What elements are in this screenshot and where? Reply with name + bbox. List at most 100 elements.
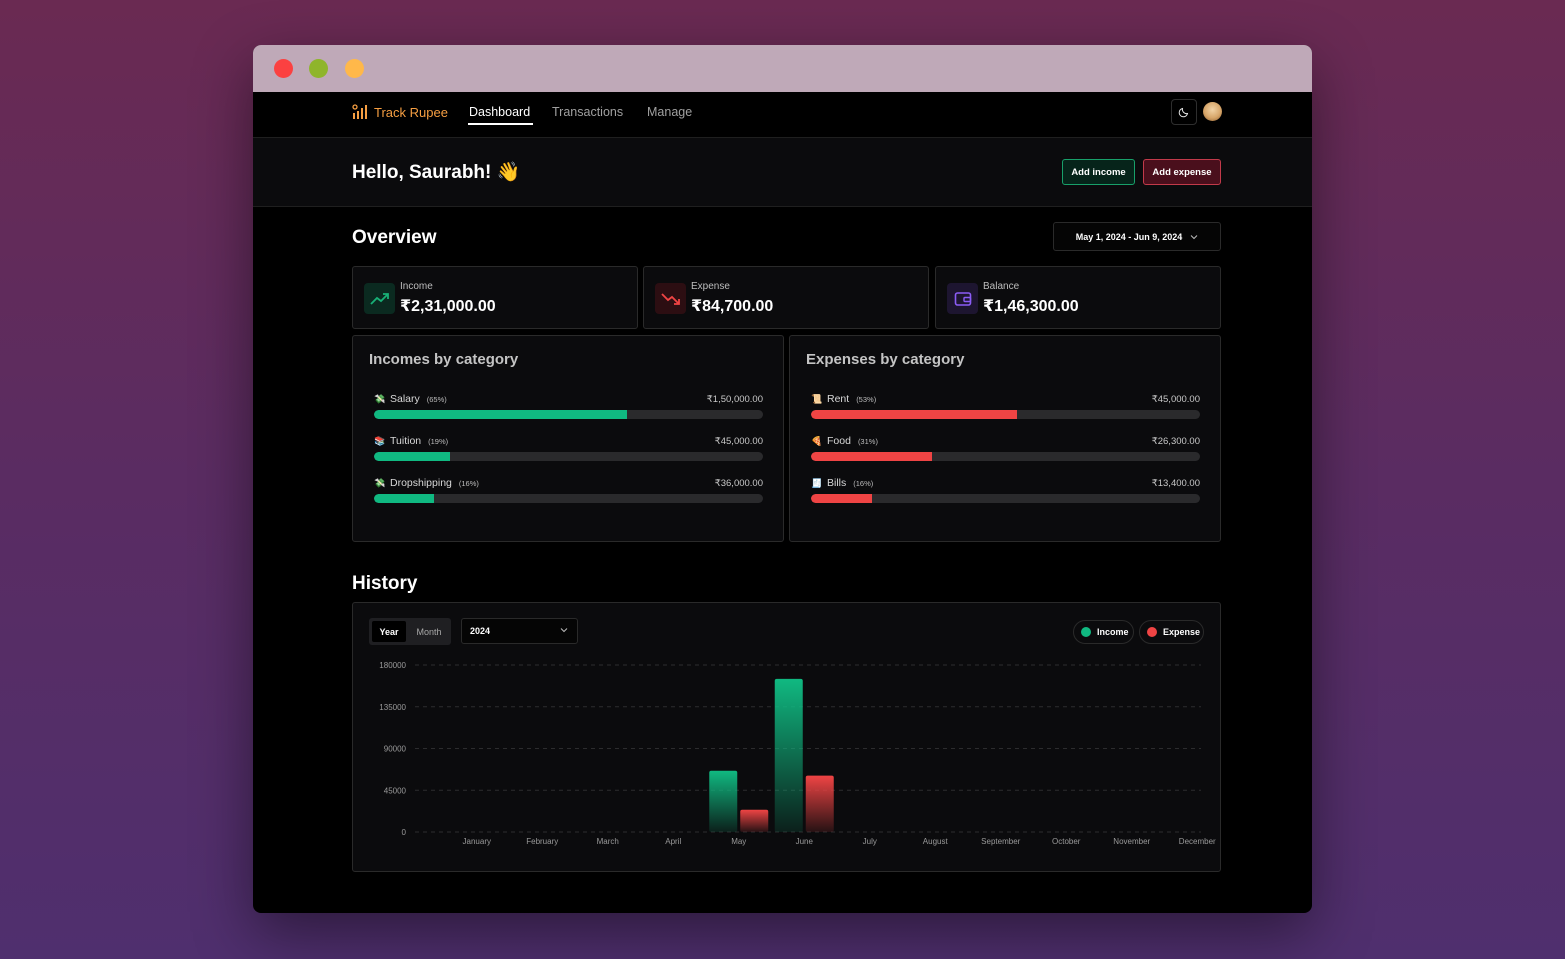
history-title: History	[352, 573, 418, 594]
expense-stat-card: Expense ₹84,700.00	[643, 266, 929, 329]
x-tick-label: January	[463, 837, 491, 846]
brand-name: Track Rupee	[374, 104, 448, 120]
category-label: Food	[827, 435, 851, 447]
category-row: 📚 Tuition (19%) ₹45,000.00	[374, 435, 763, 465]
expense-bar-june[interactable]	[805, 775, 834, 832]
chevron-down-icon	[1190, 234, 1198, 239]
minimize-window-button[interactable]	[309, 59, 328, 78]
income-value: ₹2,31,000.00	[400, 298, 496, 315]
category-name: 📜 Rent (53%)	[811, 393, 876, 405]
x-tick-label: July	[863, 837, 877, 846]
add-income-button[interactable]: Add income	[1062, 159, 1135, 185]
category-name: 🧾 Bills (16%)	[811, 477, 873, 489]
y-tick-label: 135000	[379, 703, 406, 712]
category-emoji-icon: 🍕	[811, 435, 823, 446]
income-label: Income	[400, 281, 433, 292]
brand-logo[interactable]: Track Rupee	[352, 104, 448, 120]
category-progress-track	[811, 452, 1200, 461]
greeting-bar: Hello, Saurabh! 👋 Add income Add expense	[253, 138, 1312, 207]
overview-title: Overview	[352, 227, 437, 248]
category-label: Dropshipping	[390, 477, 452, 489]
x-tick-label: April	[665, 837, 681, 846]
balance-value: ₹1,46,300.00	[983, 298, 1079, 315]
y-tick-label: 0	[402, 828, 407, 837]
income-bar-may[interactable]	[709, 770, 738, 832]
category-name: 🍕 Food (31%)	[811, 435, 878, 447]
x-tick-label: December	[1179, 837, 1216, 846]
category-percent: (16%)	[458, 478, 479, 488]
maximize-window-button[interactable]	[345, 59, 364, 78]
category-percent: (53%)	[856, 394, 877, 404]
expense-value: ₹84,700.00	[691, 298, 774, 315]
nav-active-indicator	[468, 123, 533, 125]
category-progress-track	[374, 410, 763, 419]
expense-bar-may[interactable]	[740, 809, 769, 832]
category-progress-track	[374, 494, 763, 503]
wallet-icon	[947, 283, 978, 314]
category-progress-fill	[811, 452, 932, 461]
category-amount: ₹1,50,000.00	[706, 394, 763, 405]
trending-down-icon	[655, 283, 686, 314]
history-card: Year Month 2024 Income Expense 180000 135…	[352, 602, 1221, 872]
nav-dashboard[interactable]: Dashboard	[469, 105, 530, 119]
category-progress-fill	[811, 494, 873, 503]
close-window-button[interactable]	[274, 59, 293, 78]
balance-label: Balance	[983, 281, 1020, 292]
user-avatar[interactable]	[1203, 102, 1222, 121]
category-percent: (16%)	[853, 478, 874, 488]
theme-toggle-button[interactable]	[1171, 99, 1197, 125]
category-amount: ₹45,000.00	[1151, 394, 1200, 405]
category-emoji-icon: 💸	[374, 477, 386, 488]
category-progress-fill	[374, 452, 450, 461]
category-label: Salary	[390, 393, 420, 405]
trending-up-icon	[364, 283, 395, 314]
category-row: 🧾 Bills (16%) ₹13,400.00	[811, 477, 1200, 507]
greeting-text: Hello, Saurabh! 👋	[352, 162, 521, 183]
add-expense-button[interactable]: Add expense	[1143, 159, 1221, 185]
signal-bars-icon	[352, 104, 367, 119]
y-tick-label: 45000	[384, 786, 407, 795]
category-emoji-icon: 📜	[811, 393, 823, 404]
category-emoji-icon: 📚	[374, 435, 386, 446]
nav-transactions[interactable]: Transactions	[552, 105, 623, 119]
category-emoji-icon: 💸	[374, 393, 386, 404]
expenses-by-category-title: Expenses by category	[806, 351, 965, 368]
category-row: 🍕 Food (31%) ₹26,300.00	[811, 435, 1200, 465]
date-range-picker[interactable]: May 1, 2024 - Jun 9, 2024	[1053, 222, 1221, 251]
x-tick-label: November	[1113, 837, 1150, 846]
x-tick-label: September	[981, 837, 1020, 846]
category-amount: ₹26,300.00	[1151, 436, 1200, 447]
incomes-by-category-card: Incomes by category 💸 Salary (65%) ₹1,50,00…	[352, 335, 784, 542]
category-name: 💸 Salary (65%)	[374, 393, 447, 405]
category-label: Tuition	[390, 435, 422, 447]
x-tick-label: October	[1052, 837, 1081, 846]
browser-window: Track Rupee Dashboard Transactions Manag…	[253, 45, 1312, 913]
category-row: 📜 Rent (53%) ₹45,000.00	[811, 393, 1200, 423]
income-bar-june[interactable]	[774, 678, 803, 832]
category-percent: (65%)	[426, 394, 447, 404]
y-tick-label: 90000	[384, 745, 407, 754]
x-tick-label: March	[597, 837, 619, 846]
category-progress-fill	[374, 410, 627, 419]
category-progress-fill	[811, 410, 1018, 419]
category-row: 💸 Dropshipping (16%) ₹36,000.00	[374, 477, 763, 507]
category-percent: (19%)	[428, 436, 449, 446]
y-tick-label: 180000	[379, 661, 406, 670]
x-tick-label: August	[923, 837, 949, 846]
moon-icon	[1178, 107, 1189, 118]
expense-label: Expense	[691, 281, 730, 292]
category-emoji-icon: 🧾	[811, 477, 823, 488]
nav-manage[interactable]: Manage	[647, 105, 692, 119]
income-stat-card: Income ₹2,31,000.00	[352, 266, 638, 329]
category-amount: ₹45,000.00	[714, 436, 763, 447]
balance-stat-card: Balance ₹1,46,300.00	[935, 266, 1221, 329]
category-amount: ₹13,400.00	[1151, 478, 1200, 489]
incomes-by-category-title: Incomes by category	[369, 351, 519, 368]
category-name: 📚 Tuition (19%)	[374, 435, 448, 447]
history-chart: 180000 135000 90000 45000 0 January February Ma…	[379, 661, 1216, 846]
category-progress-fill	[374, 494, 435, 503]
category-progress-track	[811, 494, 1200, 503]
x-tick-label: June	[796, 837, 814, 846]
category-percent: (31%)	[857, 436, 878, 446]
date-range-text: May 1, 2024 - Jun 9, 2024	[1075, 231, 1183, 242]
